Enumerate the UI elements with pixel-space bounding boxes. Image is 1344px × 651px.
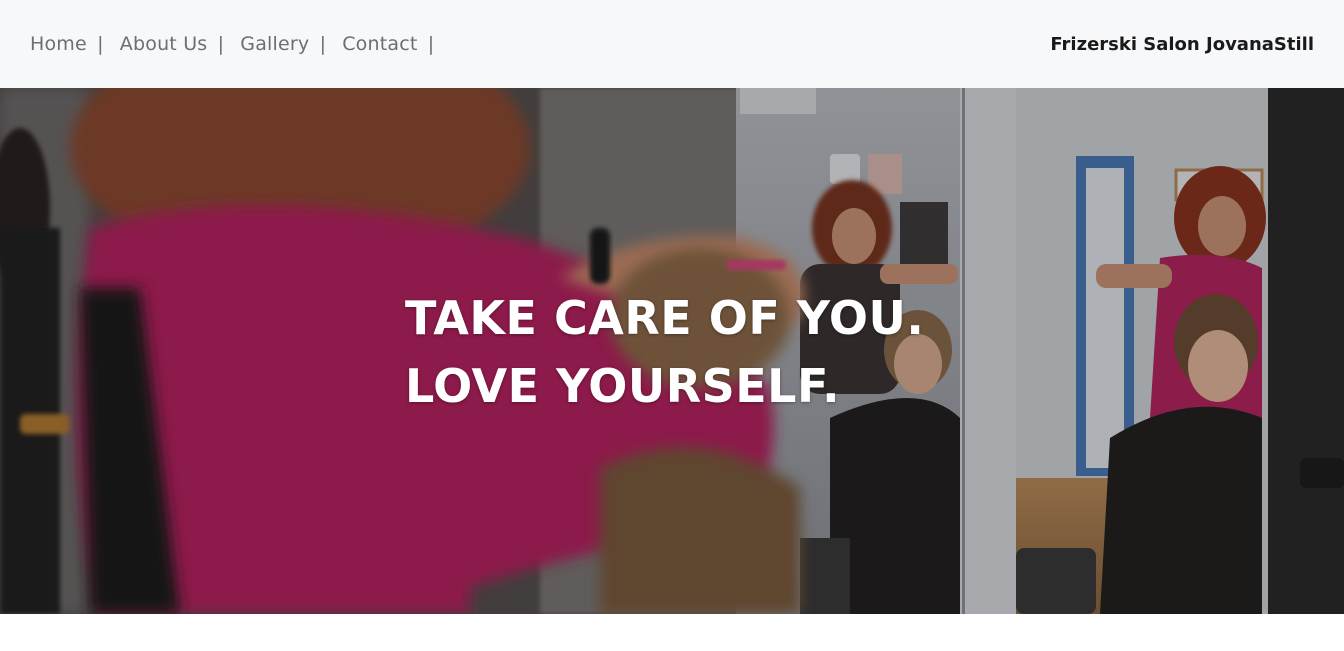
nav-link-about-label: About Us (119, 33, 208, 55)
nav-link-contact[interactable]: Contact | (342, 33, 434, 55)
nav-separator: | (217, 33, 225, 55)
nav-separator: | (319, 33, 327, 55)
nav-link-about[interactable]: About Us | (120, 33, 224, 55)
main-nav: Home | About Us | Gallery | Contact | (30, 33, 442, 55)
nav-link-gallery[interactable]: Gallery | (240, 33, 326, 55)
hero-headline: TAKE CARE OF YOU. LOVE YOURSELF. (405, 284, 924, 420)
brand-name[interactable]: Frizerski Salon JovanaStill (1050, 34, 1314, 55)
nav-link-contact-label: Contact (342, 33, 418, 55)
nav-separator: | (97, 33, 104, 55)
hero-line-1: TAKE CARE OF YOU. (405, 291, 925, 345)
nav-link-home[interactable]: Home | (30, 33, 104, 55)
nav-separator: | (427, 33, 435, 55)
nav-link-gallery-label: Gallery (240, 33, 310, 55)
hero-banner: TAKE CARE OF YOU. LOVE YOURSELF. (0, 88, 1344, 614)
hero-line-2: LOVE YOURSELF. (405, 359, 841, 413)
nav-link-home-label: Home (30, 33, 87, 55)
page-content-area (0, 614, 1344, 651)
site-header: Home | About Us | Gallery | Contact | Fr… (0, 0, 1344, 88)
